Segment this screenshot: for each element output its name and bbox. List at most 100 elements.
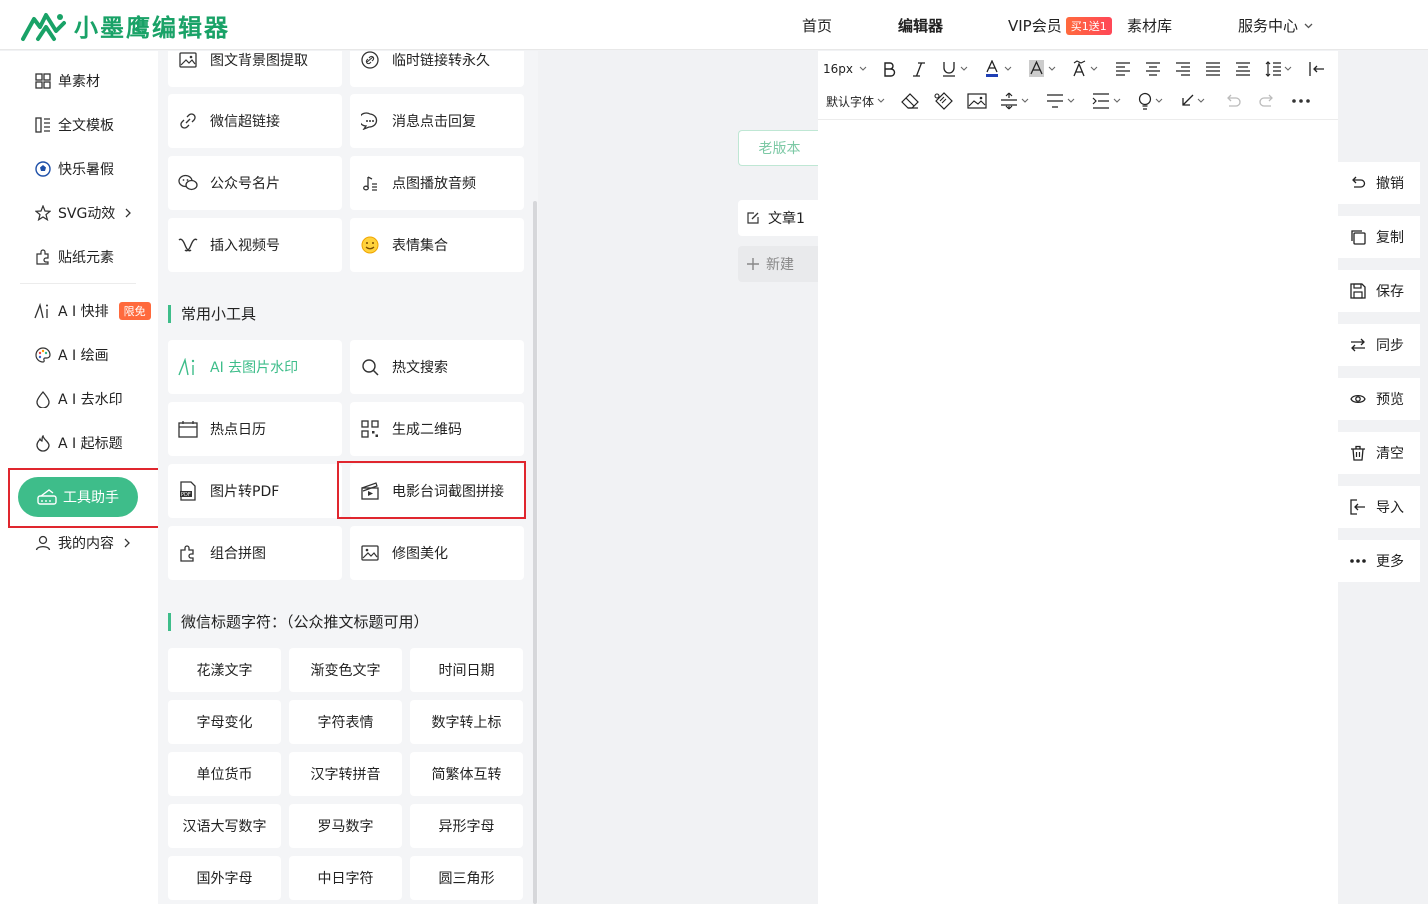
trash-icon — [1350, 445, 1366, 461]
sidebar-item-label: 我的内容 — [58, 536, 114, 552]
font-family-select[interactable]: 默认字体 — [818, 87, 894, 115]
char-card[interactable]: 渐变色文字 — [289, 648, 402, 692]
tool-card-video-channel[interactable]: 插入视频号 — [168, 218, 342, 272]
copy-button[interactable]: 复制 — [1338, 216, 1420, 258]
sidebar-item-ai-title[interactable]: A I 起标题 — [34, 433, 123, 453]
sidebar-item-svg-animation[interactable]: SVG动效 — [34, 203, 132, 223]
sidebar-item-ai-draw[interactable]: A I 绘画 — [34, 345, 109, 365]
char-card[interactable]: 时间日期 — [410, 648, 523, 692]
char-card[interactable]: 花漾文字 — [168, 648, 281, 692]
sidebar-item-label: A I 快排 — [58, 304, 109, 320]
tool-card-hot-search[interactable]: 热文搜索 — [350, 340, 524, 394]
align-justify-button[interactable] — [1198, 55, 1228, 83]
align-right-button[interactable] — [1168, 55, 1198, 83]
nav-service[interactable]: 服务中心 — [1238, 15, 1313, 36]
bg-color-button[interactable] — [1022, 55, 1066, 83]
sidebar-item-single-material[interactable]: 单素材 — [34, 71, 100, 91]
bold-button[interactable] — [874, 55, 904, 83]
align-distribute-icon — [1235, 62, 1251, 76]
old-version-button[interactable]: 老版本 — [738, 130, 820, 166]
char-card[interactable]: 单位货币 — [168, 752, 281, 796]
tool-card-photo-edit[interactable]: 修图美化 — [350, 526, 524, 580]
format-painter-button[interactable] — [926, 87, 960, 115]
font-family-value: 默认字体 — [825, 94, 874, 109]
font-color-button[interactable] — [978, 55, 1022, 83]
chevron-right-icon — [125, 208, 132, 218]
margin-button[interactable] — [1086, 87, 1132, 115]
logo[interactable]: 小墨鹰编辑器 — [20, 8, 230, 43]
char-card[interactable]: 中日字符 — [289, 856, 402, 900]
more-button[interactable]: 更多 — [1338, 540, 1420, 582]
align-left-button[interactable] — [1108, 55, 1138, 83]
tool-card-hot-calendar[interactable]: 热点日历 — [168, 402, 342, 456]
save-button[interactable]: 保存 — [1338, 270, 1420, 312]
divider-line-button[interactable] — [1040, 87, 1086, 115]
underline-button[interactable] — [934, 55, 978, 83]
edit-icon — [746, 211, 760, 225]
nav-materials[interactable]: 素材库 — [1127, 15, 1172, 36]
align-distribute-button[interactable] — [1228, 55, 1258, 83]
sidebar-item-full-template[interactable]: 全文模板 — [34, 115, 114, 135]
editor-content-area[interactable] — [818, 120, 1338, 904]
tool-card-official-card[interactable]: 公众号名片 — [168, 156, 342, 210]
nav-vip[interactable]: VIP会员 买1送1 — [1008, 15, 1112, 36]
undo-toolbar-button[interactable] — [1216, 87, 1250, 115]
char-card[interactable]: 数字转上标 — [410, 700, 523, 744]
arrow-style-button[interactable] — [1174, 87, 1216, 115]
char-card[interactable]: 字符表情 — [289, 700, 402, 744]
sidebar-item-ai-layout[interactable]: A I 快排 限免 — [34, 301, 151, 321]
char-card[interactable]: 国外字母 — [168, 856, 281, 900]
sidebar-item-label: 单素材 — [58, 74, 100, 90]
editor-toolbar-row-1: 16px — [818, 53, 1338, 85]
align-center-button[interactable] — [1138, 55, 1168, 83]
new-article-button[interactable]: 新建 — [738, 246, 820, 282]
redo-toolbar-button[interactable] — [1250, 87, 1284, 115]
eraser-button[interactable] — [894, 87, 926, 115]
tool-card-ai-watermark[interactable]: AI 去图片水印 — [168, 340, 342, 394]
tools-panel-scrollbar[interactable] — [533, 201, 537, 904]
nav-home[interactable]: 首页 — [802, 15, 832, 36]
char-card[interactable]: 圆三角形 — [410, 856, 523, 900]
tool-card-temp-link[interactable]: 临时链接转永久 — [350, 51, 524, 87]
nav-editor[interactable]: 编辑器 — [898, 15, 943, 36]
tool-card-img-to-pdf[interactable]: PDF 图片转PDF — [168, 464, 342, 518]
sidebar-item-ai-watermark[interactable]: A I 去水印 — [34, 389, 123, 409]
import-button[interactable]: 导入 — [1338, 486, 1420, 528]
tool-card-label: 临时链接转永久 — [392, 53, 490, 69]
tool-card-audio[interactable]: 点图播放音频 — [350, 156, 524, 210]
tool-card-wechat-link[interactable]: 微信超链接 — [168, 94, 342, 148]
tool-card-emoji[interactable]: 表情集合 — [350, 218, 524, 272]
char-card[interactable]: 罗马数字 — [289, 804, 402, 848]
sidebar-item-my-content[interactable]: 我的内容 — [34, 533, 130, 553]
line-height-button[interactable] — [1258, 55, 1302, 83]
italic-button[interactable] — [904, 55, 934, 83]
undo-button[interactable]: 撤销 — [1338, 162, 1420, 204]
more-toolbar-button[interactable] — [1284, 87, 1318, 115]
tool-card-puzzle[interactable]: 组合拼图 — [168, 526, 342, 580]
char-card[interactable]: 汉字转拼音 — [289, 752, 402, 796]
paragraph-spacing-button[interactable] — [994, 87, 1040, 115]
sync-button[interactable]: 同步 — [1338, 324, 1420, 366]
preview-button[interactable]: 预览 — [1338, 378, 1420, 420]
sidebar-item-stickers[interactable]: 贴纸元素 — [34, 247, 114, 267]
font-size-select[interactable]: 16px — [818, 55, 874, 83]
char-card[interactable]: 异形字母 — [410, 804, 523, 848]
tips-button[interactable] — [1132, 87, 1174, 115]
article-tab[interactable]: 文章1 — [738, 200, 820, 236]
char-card[interactable]: 简繁体互转 — [410, 752, 523, 796]
tool-card-qrcode[interactable]: 生成二维码 — [350, 402, 524, 456]
clear-button[interactable]: 清空 — [1338, 432, 1420, 474]
search-icon — [360, 357, 380, 377]
indent-button[interactable] — [1302, 55, 1332, 83]
tool-card-msg-reply[interactable]: 消息点击回复 — [350, 94, 524, 148]
sidebar-item-happy-summer[interactable]: 快乐暑假 — [34, 159, 114, 179]
tool-card-bg-extract[interactable]: 图文背景图提取 — [168, 51, 342, 87]
tool-helper-button[interactable]: 工具助手 — [18, 477, 138, 517]
tool-card-label: AI 去图片水印 — [210, 360, 299, 376]
text-effect-button[interactable] — [1066, 55, 1108, 83]
tool-card-movie-subtitle[interactable]: 电影台词截图拼接 — [350, 464, 524, 518]
section-wechat-chars: 微信标题字符：（公众推文标题可用） — [168, 611, 429, 632]
insert-image-button[interactable] — [960, 87, 994, 115]
char-card[interactable]: 字母变化 — [168, 700, 281, 744]
char-card[interactable]: 汉语大写数字 — [168, 804, 281, 848]
